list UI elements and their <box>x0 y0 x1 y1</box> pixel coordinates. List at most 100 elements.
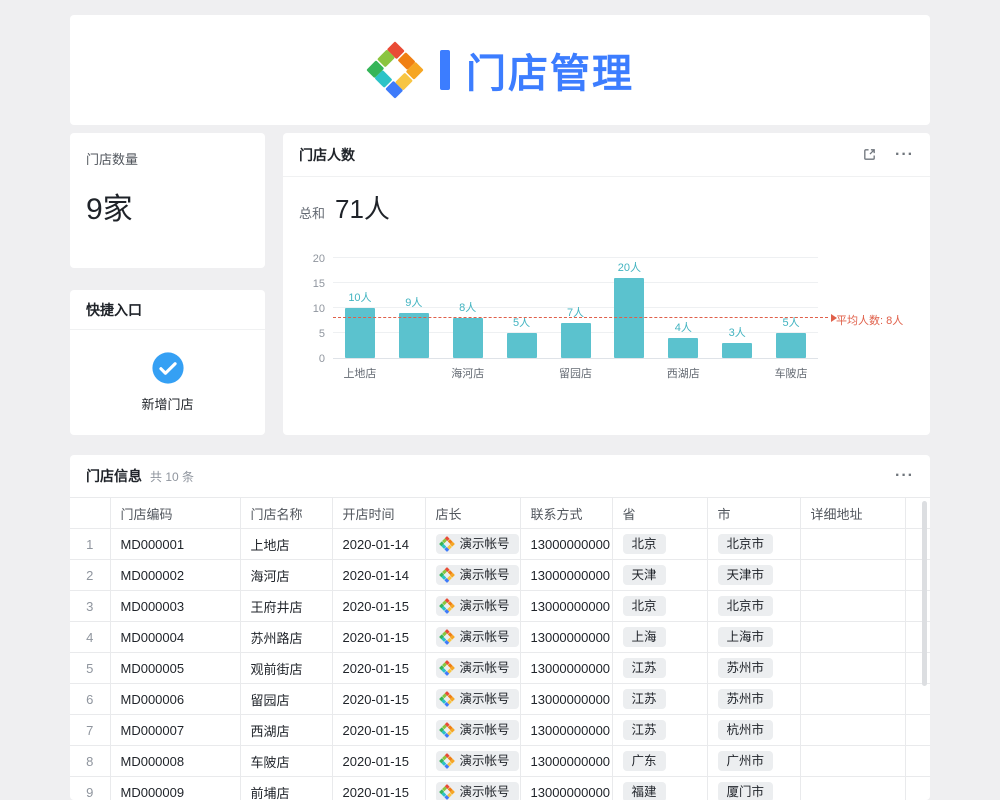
manager-tag: 演示帐号 <box>436 627 519 647</box>
city-tag: 苏州市 <box>718 658 774 678</box>
bar-chart: 10人9人8人5人7人20人4人3人5人 上地店海河店留园店西湖店车陂店 平均人… <box>299 239 914 385</box>
table-scrollbar[interactable] <box>922 501 927 686</box>
cell-city: 苏州市 <box>707 684 800 715</box>
table-row[interactable]: 8MD000008车陂店2020-01-15演示帐号13000000000广东广… <box>70 746 930 777</box>
col-store-name[interactable]: 门店名称 <box>240 498 332 529</box>
bar-rect[interactable] <box>399 313 429 358</box>
bar-4[interactable]: 5人 <box>495 259 549 358</box>
bar-5[interactable]: 7人 <box>549 259 603 358</box>
add-store-shortcut[interactable]: 新增门店 <box>70 330 265 434</box>
manager-tag: 演示帐号 <box>436 720 519 740</box>
col-manager[interactable]: 店长 <box>425 498 520 529</box>
bar-rect[interactable] <box>722 343 752 358</box>
table-row[interactable]: 6MD000006留园店2020-01-15演示帐号13000000000江苏苏… <box>70 684 930 715</box>
bar-8[interactable]: 3人 <box>710 259 764 358</box>
col-phone[interactable]: 联系方式 <box>520 498 612 529</box>
avatar-icon <box>439 753 455 769</box>
col-province[interactable]: 省 <box>612 498 707 529</box>
x-tick-label <box>710 365 764 381</box>
gridline <box>333 257 818 258</box>
col-address[interactable]: 详细地址 <box>800 498 905 529</box>
cell-open-date: 2020-01-15 <box>332 622 425 653</box>
manager-tag: 演示帐号 <box>436 596 519 616</box>
cell-address <box>800 653 905 684</box>
header-card: 门店管理 <box>70 15 930 125</box>
cell-index: 8 <box>70 746 110 777</box>
bar-6[interactable]: 20人 <box>602 259 656 358</box>
x-tick-label <box>602 365 656 381</box>
cell-store-name: 车陂店 <box>240 746 332 777</box>
bar-rect[interactable] <box>561 323 591 358</box>
store-table: 门店编码 门店名称 开店时间 店长 联系方式 省 市 详细地址 1MD00000… <box>70 497 930 800</box>
cell-store-code: MD000008 <box>110 746 240 777</box>
bar-value-label: 10人 <box>348 289 371 305</box>
province-tag: 北京 <box>623 534 666 554</box>
cell-phone: 13000000000 <box>520 560 612 591</box>
cell-manager: 演示帐号 <box>425 622 520 653</box>
cell-phone: 13000000000 <box>520 746 612 777</box>
bar-rect[interactable] <box>507 333 537 358</box>
cell-province: 天津 <box>612 560 707 591</box>
table-row[interactable]: 5MD000005观前街店2020-01-15演示帐号13000000000江苏… <box>70 653 930 684</box>
table-more-icon[interactable]: ··· <box>895 468 914 484</box>
bar-2[interactable]: 9人 <box>387 259 441 358</box>
cell-manager: 演示帐号 <box>425 529 520 560</box>
bar-3[interactable]: 8人 <box>441 259 495 358</box>
col-city[interactable]: 市 <box>707 498 800 529</box>
cell-index: 7 <box>70 715 110 746</box>
cell-province: 广东 <box>612 746 707 777</box>
cell-store-code: MD000003 <box>110 591 240 622</box>
check-circle-icon[interactable] <box>151 351 185 385</box>
avatar-icon <box>439 660 455 676</box>
table-row[interactable]: 3MD000003王府井店2020-01-15演示帐号13000000000北京… <box>70 591 930 622</box>
x-tick-label <box>387 365 441 381</box>
table-row[interactable]: 9MD000009前埔店2020-01-15演示帐号13000000000福建厦… <box>70 777 930 800</box>
dashboard-page: { "app": { "title": "门店管理" }, "theme": {… <box>0 0 1000 800</box>
col-open-date[interactable]: 开店时间 <box>332 498 425 529</box>
city-tag: 北京市 <box>718 534 774 554</box>
bar-rect[interactable] <box>453 318 483 358</box>
bar-9[interactable]: 5人 <box>764 259 818 358</box>
manager-tag: 演示帐号 <box>436 565 519 585</box>
expand-icon[interactable] <box>862 147 877 162</box>
manager-tag: 演示帐号 <box>436 751 519 771</box>
table-row[interactable]: 2MD000002海河店2020-01-14演示帐号13000000000天津天… <box>70 560 930 591</box>
avatar-icon <box>439 629 455 645</box>
cell-address <box>800 684 905 715</box>
store-count-card: 门店数量 9家 <box>70 133 265 268</box>
city-tag: 厦门市 <box>718 782 774 800</box>
x-tick-label: 上地店 <box>333 365 387 381</box>
add-store-label[interactable]: 新增门店 <box>141 394 193 413</box>
bar-1[interactable]: 10人 <box>333 259 387 358</box>
col-store-code[interactable]: 门店编码 <box>110 498 240 529</box>
table-row[interactable]: 1MD000001上地店2020-01-14演示帐号13000000000北京北… <box>70 529 930 560</box>
x-tick-label: 留园店 <box>549 365 603 381</box>
cell-province: 江苏 <box>612 684 707 715</box>
table-row[interactable]: 4MD000004苏州路店2020-01-15演示帐号13000000000上海… <box>70 622 930 653</box>
manager-tag: 演示帐号 <box>436 534 519 554</box>
cell-index: 3 <box>70 591 110 622</box>
table-row[interactable]: 7MD000007西湖店2020-01-15演示帐号13000000000江苏杭… <box>70 715 930 746</box>
bar-rect[interactable] <box>345 308 375 358</box>
cell-manager: 演示帐号 <box>425 560 520 591</box>
bar-value-label: 3人 <box>729 324 746 340</box>
bar-rect[interactable] <box>668 338 698 358</box>
table-title: 门店信息 <box>86 466 142 486</box>
app-logo: 门店管理 <box>366 41 634 99</box>
cell-phone: 13000000000 <box>520 591 612 622</box>
title-divider <box>440 50 450 90</box>
cell-index: 6 <box>70 684 110 715</box>
quick-entry-title: 快捷入口 <box>70 290 265 330</box>
bar-7[interactable]: 4人 <box>656 259 710 358</box>
city-tag: 北京市 <box>718 596 774 616</box>
cell-address <box>800 746 905 777</box>
cell-store-name: 观前街店 <box>240 653 332 684</box>
cell-phone: 13000000000 <box>520 622 612 653</box>
more-icon[interactable]: ··· <box>895 147 914 163</box>
bar-value-label: 9人 <box>405 294 422 310</box>
chart-plot: 10人9人8人5人7人20人4人3人5人 <box>333 259 818 359</box>
bar-rect[interactable] <box>776 333 806 358</box>
average-line-label: 平均人数: 8人 <box>836 312 903 328</box>
cell-province: 江苏 <box>612 715 707 746</box>
bar-rect[interactable] <box>614 278 644 358</box>
